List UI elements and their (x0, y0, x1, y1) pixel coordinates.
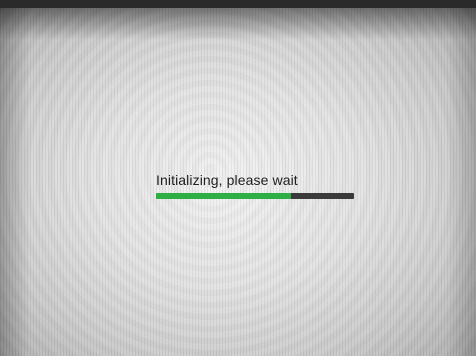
loading-status-text: Initializing, please wait (156, 172, 298, 188)
loading-dialog: Initializing, please wait (156, 172, 356, 203)
progress-bar-fill (156, 193, 291, 199)
monitor-bezel (0, 0, 476, 8)
progress-bar (156, 193, 354, 199)
monitor-photo: Initializing, please wait (0, 0, 476, 356)
